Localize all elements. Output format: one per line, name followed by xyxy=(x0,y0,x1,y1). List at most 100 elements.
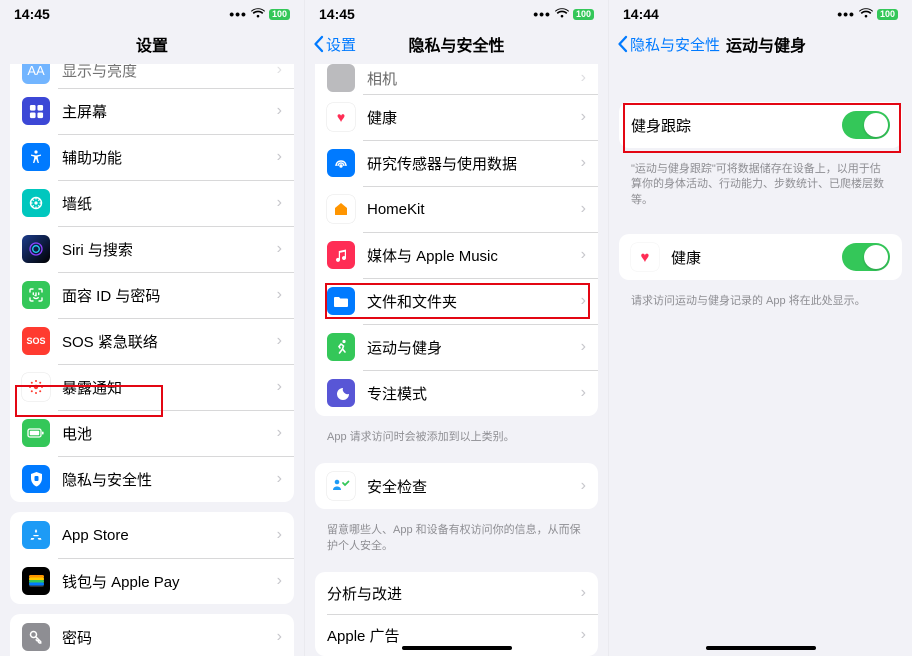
row-label: Apple 广告 xyxy=(327,625,581,646)
homekit-icon xyxy=(327,195,355,223)
accessibility-icon xyxy=(22,143,50,171)
home-icon xyxy=(22,97,50,125)
status-time: 14:45 xyxy=(14,6,50,22)
chevron-right-icon: › xyxy=(277,240,282,258)
chevron-right-icon: › xyxy=(581,108,586,126)
footer-note: App 请求访问时会被添加到以上类别。 xyxy=(305,426,608,453)
exposure-icon xyxy=(22,373,50,401)
sos-icon: SOS xyxy=(22,327,50,355)
footer-note: 留意哪些人、App 和设备有权访问你的信息，从而保护个人安全。 xyxy=(305,519,608,562)
row-sos[interactable]: SOS SOS 紧急联络 › xyxy=(10,318,294,364)
row-health[interactable]: ♥ 健康 › xyxy=(315,94,598,140)
chevron-right-icon: › xyxy=(277,286,282,304)
row-health-app[interactable]: ♥ 健康 xyxy=(619,234,902,280)
battery-icon: 100 xyxy=(573,9,594,20)
row-analytics[interactable]: 分析与改进 › xyxy=(315,572,598,614)
row-label: 相机 xyxy=(367,68,581,89)
chevron-right-icon: › xyxy=(277,628,282,646)
toggle-on[interactable] xyxy=(842,243,890,271)
siri-icon xyxy=(22,235,50,263)
chevron-right-icon: › xyxy=(277,194,282,212)
row-label: App Store xyxy=(62,527,277,544)
back-button[interactable]: 设置 xyxy=(313,34,356,55)
row-label: 运动与健身 xyxy=(367,337,581,358)
health-icon: ♥ xyxy=(631,243,659,271)
row-label: 健康 xyxy=(367,107,581,128)
music-icon xyxy=(327,241,355,269)
row-privacy[interactable]: 隐私与安全性 › xyxy=(10,456,294,502)
section-analytics: 分析与改进 › Apple 广告 › xyxy=(315,572,598,656)
row-wallpaper[interactable]: 墙纸 › xyxy=(10,180,294,226)
row-tracking-toggle[interactable]: 健身跟踪 xyxy=(619,102,902,148)
chevron-left-icon xyxy=(313,35,324,53)
chevron-right-icon: › xyxy=(581,200,586,218)
back-label: 隐私与安全性 xyxy=(630,34,720,55)
row-label: 健康 xyxy=(671,247,842,268)
chevron-right-icon: › xyxy=(277,378,282,396)
page-title: 设置 xyxy=(136,32,168,56)
row-homescreen[interactable]: 主屏幕 › xyxy=(10,88,294,134)
cellular-icon xyxy=(229,6,247,22)
focus-icon xyxy=(327,379,355,407)
chevron-right-icon: › xyxy=(581,246,586,264)
chevron-right-icon: › xyxy=(581,584,586,602)
row-label: 密码 xyxy=(62,627,277,648)
row-label: SOS 紧急联络 xyxy=(62,331,277,352)
row-label: 暴露通知 xyxy=(62,377,277,398)
chevron-right-icon: › xyxy=(277,64,282,79)
row-sensors[interactable]: 研究传感器与使用数据 › xyxy=(315,140,598,186)
section-accounts: 密码 › 邮件 › 通讯录 › xyxy=(10,614,294,656)
row-accessibility[interactable]: 辅助功能 › xyxy=(10,134,294,180)
section-store: App Store › 钱包与 Apple Pay › xyxy=(10,512,294,604)
wifi-icon xyxy=(555,7,569,22)
wallpaper-icon xyxy=(22,189,50,217)
footer-note: 请求访问运动与健身记录的 App 将在此处显示。 xyxy=(609,290,912,317)
row-display[interactable]: AA 显示与亮度 › xyxy=(10,64,294,88)
row-camera[interactable]: 相机 › xyxy=(315,64,598,94)
row-label: 安全检查 xyxy=(367,476,581,497)
nav-bar: 设置 xyxy=(0,24,304,64)
row-battery[interactable]: 电池 › xyxy=(10,410,294,456)
wifi-icon xyxy=(251,7,265,22)
row-wallet[interactable]: 钱包与 Apple Pay › xyxy=(10,558,294,604)
status-time: 14:45 xyxy=(319,6,355,22)
row-focus[interactable]: 专注模式 › xyxy=(315,370,598,416)
row-label: 分析与改进 xyxy=(327,583,581,604)
nav-bar: 设置 隐私与安全性 xyxy=(305,24,608,64)
row-homekit[interactable]: HomeKit › xyxy=(315,186,598,232)
chevron-right-icon: › xyxy=(277,102,282,120)
camera-icon xyxy=(327,64,355,92)
faceid-icon xyxy=(22,281,50,309)
back-label: 设置 xyxy=(326,34,356,55)
section-tracking: 健身跟踪 xyxy=(619,102,902,148)
row-files[interactable]: 文件和文件夹 › xyxy=(315,278,598,324)
back-button[interactable]: 隐私与安全性 xyxy=(617,34,720,55)
status-bar: 14:45 100 xyxy=(305,0,608,24)
display-icon: AA xyxy=(22,64,50,84)
row-safetycheck[interactable]: 安全检查 › xyxy=(315,463,598,509)
phone-fitness: 14:44 100 隐私与安全性 运动与健身 健身跟踪 "运动与健身跟踪"可将数… xyxy=(608,0,912,656)
row-label: 面容 ID 与密码 xyxy=(62,285,277,306)
row-fitness[interactable]: 运动与健身 › xyxy=(315,324,598,370)
row-faceid[interactable]: 面容 ID 与密码 › xyxy=(10,272,294,318)
row-media[interactable]: 媒体与 Apple Music › xyxy=(315,232,598,278)
phone-privacy: 14:45 100 设置 隐私与安全性 相机 › ♥ 健康 › xyxy=(304,0,608,656)
row-passwords[interactable]: 密码 › xyxy=(10,614,294,656)
row-appstore[interactable]: App Store › xyxy=(10,512,294,558)
row-exposure[interactable]: 暴露通知 › xyxy=(10,364,294,410)
key-icon xyxy=(22,623,50,651)
chevron-right-icon: › xyxy=(581,384,586,402)
home-indicator xyxy=(402,646,512,650)
toggle-on[interactable] xyxy=(842,111,890,139)
chevron-right-icon: › xyxy=(277,148,282,166)
row-label: 电池 xyxy=(62,423,277,444)
row-label: Siri 与搜索 xyxy=(62,239,277,260)
row-siri[interactable]: Siri 与搜索 › xyxy=(10,226,294,272)
battery-icon: 100 xyxy=(269,9,290,20)
cellular-icon xyxy=(533,6,551,22)
folder-icon xyxy=(327,287,355,315)
page-title: 隐私与安全性 xyxy=(408,32,504,56)
chevron-right-icon: › xyxy=(581,626,586,644)
wallet-icon xyxy=(22,567,50,595)
status-time: 14:44 xyxy=(623,6,659,22)
